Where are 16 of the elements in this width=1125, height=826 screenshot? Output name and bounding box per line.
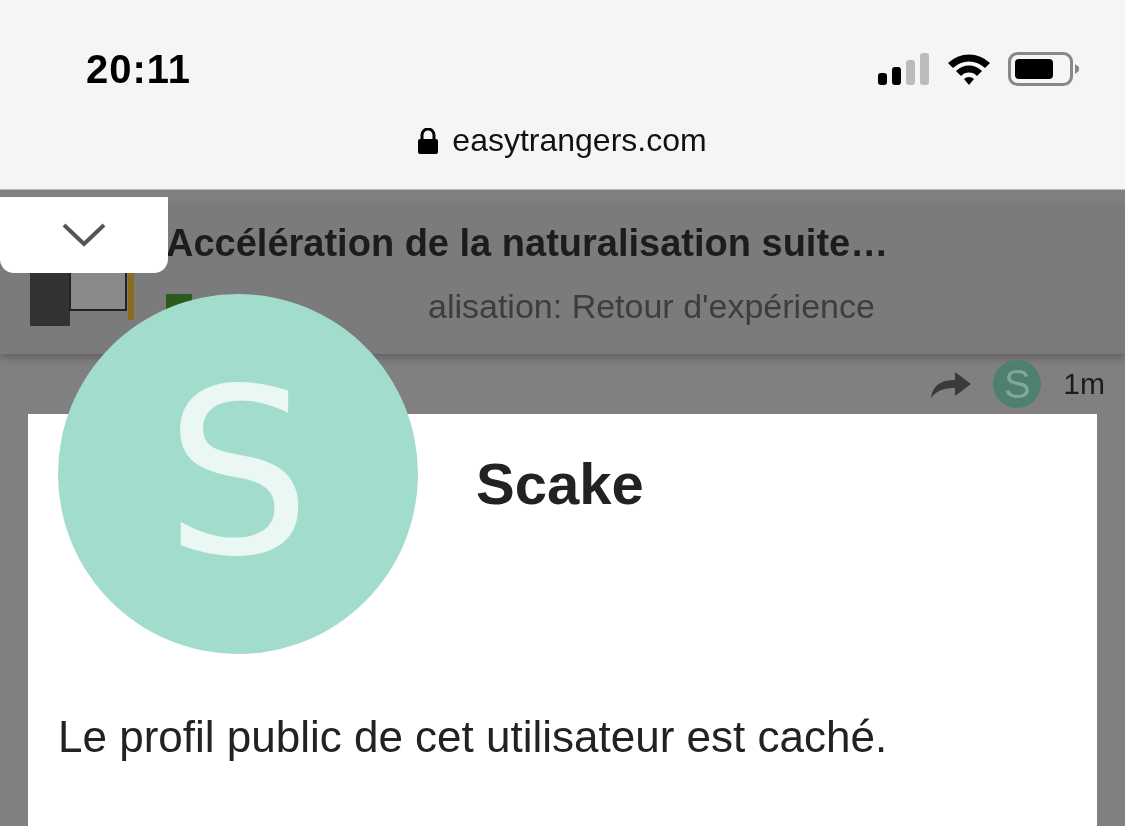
- wifi-icon: [946, 52, 992, 86]
- lock-icon: [418, 127, 439, 154]
- hidden-profile-message: Le profil public de cet utilisateur est caché.: [58, 712, 888, 762]
- collapse-button[interactable]: [0, 197, 168, 273]
- reply-arrow-icon: [931, 370, 972, 398]
- post-time: 1m: [1063, 367, 1105, 401]
- signal-icon: [878, 53, 930, 85]
- address-bar-url[interactable]: easytrangers.com: [452, 122, 707, 159]
- profile-avatar: S: [58, 294, 418, 654]
- username: Scake: [476, 450, 644, 517]
- topic-title[interactable]: Accélération de la naturalisation suite…: [166, 222, 889, 265]
- clock-time: 20:11: [86, 46, 192, 92]
- category-name[interactable]: alisation: Retour d'expérience: [428, 287, 875, 326]
- battery-icon: [1008, 52, 1080, 86]
- chevron-down-icon: [61, 222, 107, 248]
- logo-icon: [30, 270, 136, 326]
